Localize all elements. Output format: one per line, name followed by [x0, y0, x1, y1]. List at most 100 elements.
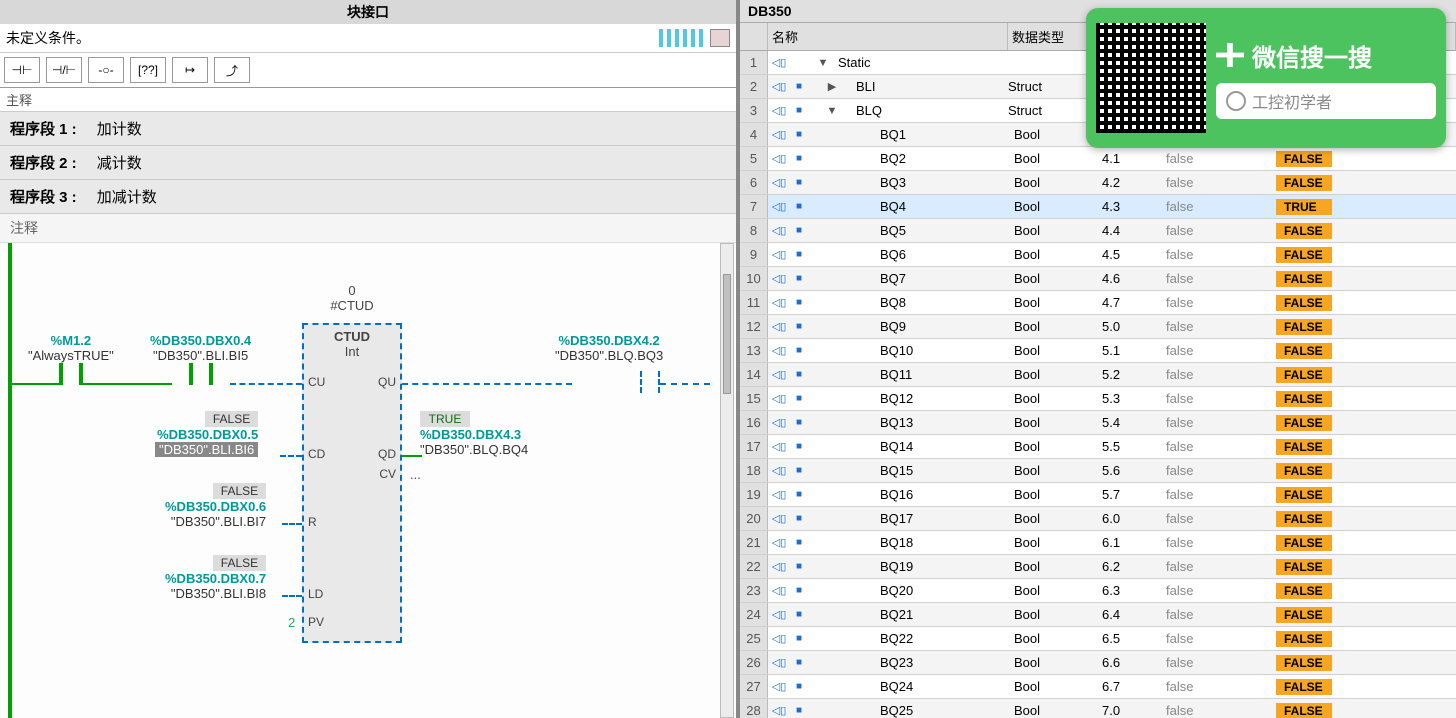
- overlay-search-field[interactable]: 工控初学者: [1216, 83, 1436, 119]
- table-row[interactable]: 7◁▯■BQ4Bool4.3falseTRUE: [740, 195, 1456, 219]
- coil-bq3[interactable]: [640, 371, 660, 393]
- cell-offset: 4.7: [1102, 295, 1166, 310]
- table-row[interactable]: 14◁▯■BQ11Bool5.2falseFALSE: [740, 363, 1456, 387]
- input-bi6[interactable]: FALSE %DB350.DBX0.5 "DB350".BLI.BI6: [155, 411, 258, 457]
- table-row[interactable]: 23◁▯■BQ20Bool6.3falseFALSE: [740, 579, 1456, 603]
- db-grid[interactable]: 1◁▯▼Static2◁▯■▶BLIStruct3◁▯■▼BLQStruct4◁…: [740, 51, 1456, 718]
- db-tag-icon: ◁▯: [768, 296, 790, 309]
- wire-dashed: [230, 383, 302, 385]
- row-number: 2: [740, 75, 768, 98]
- cell-start: false: [1166, 487, 1276, 502]
- toolbar-button-4[interactable]: ↦: [172, 57, 208, 83]
- monitor-badge: FALSE: [1276, 655, 1332, 671]
- table-row[interactable]: 5◁▯■BQ2Bool4.1falseFALSE: [740, 147, 1456, 171]
- cell-start: false: [1166, 391, 1276, 406]
- toolbar-button-5[interactable]: ⤴: [214, 57, 250, 83]
- table-row[interactable]: 22◁▯■BQ19Bool6.2falseFALSE: [740, 555, 1456, 579]
- network-row-2[interactable]: 程序段 2 :减计数: [0, 146, 736, 180]
- tree-toggle-icon[interactable]: ▶: [808, 80, 838, 93]
- ctud-function-block[interactable]: CTUD Int CU CD R LD PV QU QD CV: [302, 323, 402, 643]
- cell-start: false: [1166, 247, 1276, 262]
- table-row[interactable]: 21◁▯■BQ18Bool6.1falseFALSE: [740, 531, 1456, 555]
- db-tag-icon: ◁▯: [768, 248, 790, 261]
- cell-type: Bool: [1014, 367, 1102, 382]
- network-label: 程序段 1 :: [10, 118, 77, 139]
- table-row[interactable]: 25◁▯■BQ22Bool6.5falseFALSE: [740, 627, 1456, 651]
- row-number: 19: [740, 483, 768, 506]
- table-row[interactable]: 12◁▯■BQ9Bool5.0falseFALSE: [740, 315, 1456, 339]
- cell-type: Bool: [1014, 463, 1102, 478]
- db-tag-icon: ◁▯: [768, 512, 790, 525]
- table-row[interactable]: 24◁▯■BQ21Bool6.4falseFALSE: [740, 603, 1456, 627]
- bullet-icon: ■: [790, 321, 808, 332]
- table-row[interactable]: 8◁▯■BQ5Bool4.4falseFALSE: [740, 219, 1456, 243]
- db-tag-icon: ◁▯: [768, 440, 790, 453]
- cell-name: BLI: [838, 79, 1008, 94]
- cell-offset: 5.2: [1102, 367, 1166, 382]
- cell-type: Bool: [1014, 439, 1102, 454]
- table-row[interactable]: 26◁▯■BQ23Bool6.6falseFALSE: [740, 651, 1456, 675]
- cell-monitor: FALSE: [1276, 631, 1456, 647]
- input-bi8[interactable]: FALSE %DB350.DBX0.7 "DB350".BLI.BI8: [165, 555, 266, 601]
- table-row[interactable]: 9◁▯■BQ6Bool4.5falseFALSE: [740, 243, 1456, 267]
- cell-start: false: [1166, 223, 1276, 238]
- bullet-icon: ■: [790, 441, 808, 452]
- wire: [402, 455, 422, 457]
- output-bq3[interactable]: %DB350.DBX4.2 "DB350".BLQ.BQ3: [555, 333, 663, 363]
- cell-start: false: [1166, 151, 1276, 166]
- db-tag-icon: ◁▯: [768, 128, 790, 141]
- toolbar-button-2[interactable]: -○-: [88, 57, 124, 83]
- vertical-scrollbar[interactable]: [720, 243, 734, 718]
- contact-bi5[interactable]: %DB350.DBX0.4 "DB350".BLI.BI5: [150, 333, 251, 385]
- col-name[interactable]: 名称: [768, 23, 1008, 50]
- monitor-badge: FALSE: [1276, 343, 1332, 359]
- cell-name: BQ8: [844, 295, 1014, 310]
- cell-offset: 5.6: [1102, 463, 1166, 478]
- symbol-label: "DB350".BLI.BI8: [171, 586, 266, 601]
- cell-type: Struct: [1008, 79, 1096, 94]
- table-row[interactable]: 13◁▯■BQ10Bool5.1falseFALSE: [740, 339, 1456, 363]
- pin-qu: QU: [378, 375, 396, 389]
- toolbar-button-3[interactable]: [??]: [130, 57, 166, 83]
- cell-type: Bool: [1014, 607, 1102, 622]
- toolbar-button-0[interactable]: ⊣⊢: [4, 57, 40, 83]
- cell-offset: 4.3: [1102, 199, 1166, 214]
- addr-label: %M1.2: [51, 333, 91, 348]
- table-row[interactable]: 18◁▯■BQ15Bool5.6falseFALSE: [740, 459, 1456, 483]
- table-row[interactable]: 16◁▯■BQ13Bool5.4falseFALSE: [740, 411, 1456, 435]
- output-bq4[interactable]: TRUE %DB350.DBX4.3 "DB350".BLQ.BQ4: [420, 411, 528, 457]
- row-number: 4: [740, 123, 768, 146]
- table-row[interactable]: 6◁▯■BQ3Bool4.2falseFALSE: [740, 171, 1456, 195]
- comment-label[interactable]: 注释: [0, 214, 736, 243]
- tree-toggle-icon[interactable]: ▼: [808, 57, 838, 69]
- network-row-3[interactable]: 程序段 3 :加减计数: [0, 180, 736, 214]
- table-row[interactable]: 11◁▯■BQ8Bool4.7falseFALSE: [740, 291, 1456, 315]
- row-number: 10: [740, 267, 768, 290]
- monitor-badge: TRUE: [1276, 199, 1332, 215]
- scroll-thumb[interactable]: [723, 274, 731, 394]
- cell-name: BQ25: [844, 703, 1014, 718]
- pin-r: R: [308, 515, 317, 529]
- tree-toggle-icon[interactable]: ▼: [808, 105, 838, 117]
- toolbar-button-1[interactable]: ⊣/⊢: [46, 57, 82, 83]
- pv-value[interactable]: 2: [288, 615, 295, 630]
- table-row[interactable]: 19◁▯■BQ16Bool5.7falseFALSE: [740, 483, 1456, 507]
- table-row[interactable]: 20◁▯■BQ17Bool6.0falseFALSE: [740, 507, 1456, 531]
- ladder-canvas[interactable]: 0 #CTUD CTUD Int CU CD R LD PV QU QD CV: [0, 243, 736, 718]
- cell-start: false: [1166, 367, 1276, 382]
- table-row[interactable]: 10◁▯■BQ7Bool4.6falseFALSE: [740, 267, 1456, 291]
- input-bi7[interactable]: FALSE %DB350.DBX0.6 "DB350".BLI.BI7: [165, 483, 266, 529]
- table-row[interactable]: 27◁▯■BQ24Bool6.7falseFALSE: [740, 675, 1456, 699]
- cell-type: Bool: [1014, 223, 1102, 238]
- table-row[interactable]: 15◁▯■BQ12Bool5.3falseFALSE: [740, 387, 1456, 411]
- contact-m12[interactable]: %M1.2 "AlwaysTRUE": [28, 333, 114, 385]
- col-type[interactable]: 数据类型: [1008, 23, 1096, 50]
- ctud-instance-num: 0: [302, 283, 402, 298]
- cell-type: Bool: [1014, 271, 1102, 286]
- cell-type: Bool: [1014, 199, 1102, 214]
- table-row[interactable]: 17◁▯■BQ14Bool5.5falseFALSE: [740, 435, 1456, 459]
- table-row[interactable]: 28◁▯■BQ25Bool7.0falseFALSE: [740, 699, 1456, 718]
- wire-dashed: [282, 523, 302, 525]
- condition-toggle-button[interactable]: [710, 29, 730, 47]
- network-row-1[interactable]: 程序段 1 :加计数: [0, 112, 736, 146]
